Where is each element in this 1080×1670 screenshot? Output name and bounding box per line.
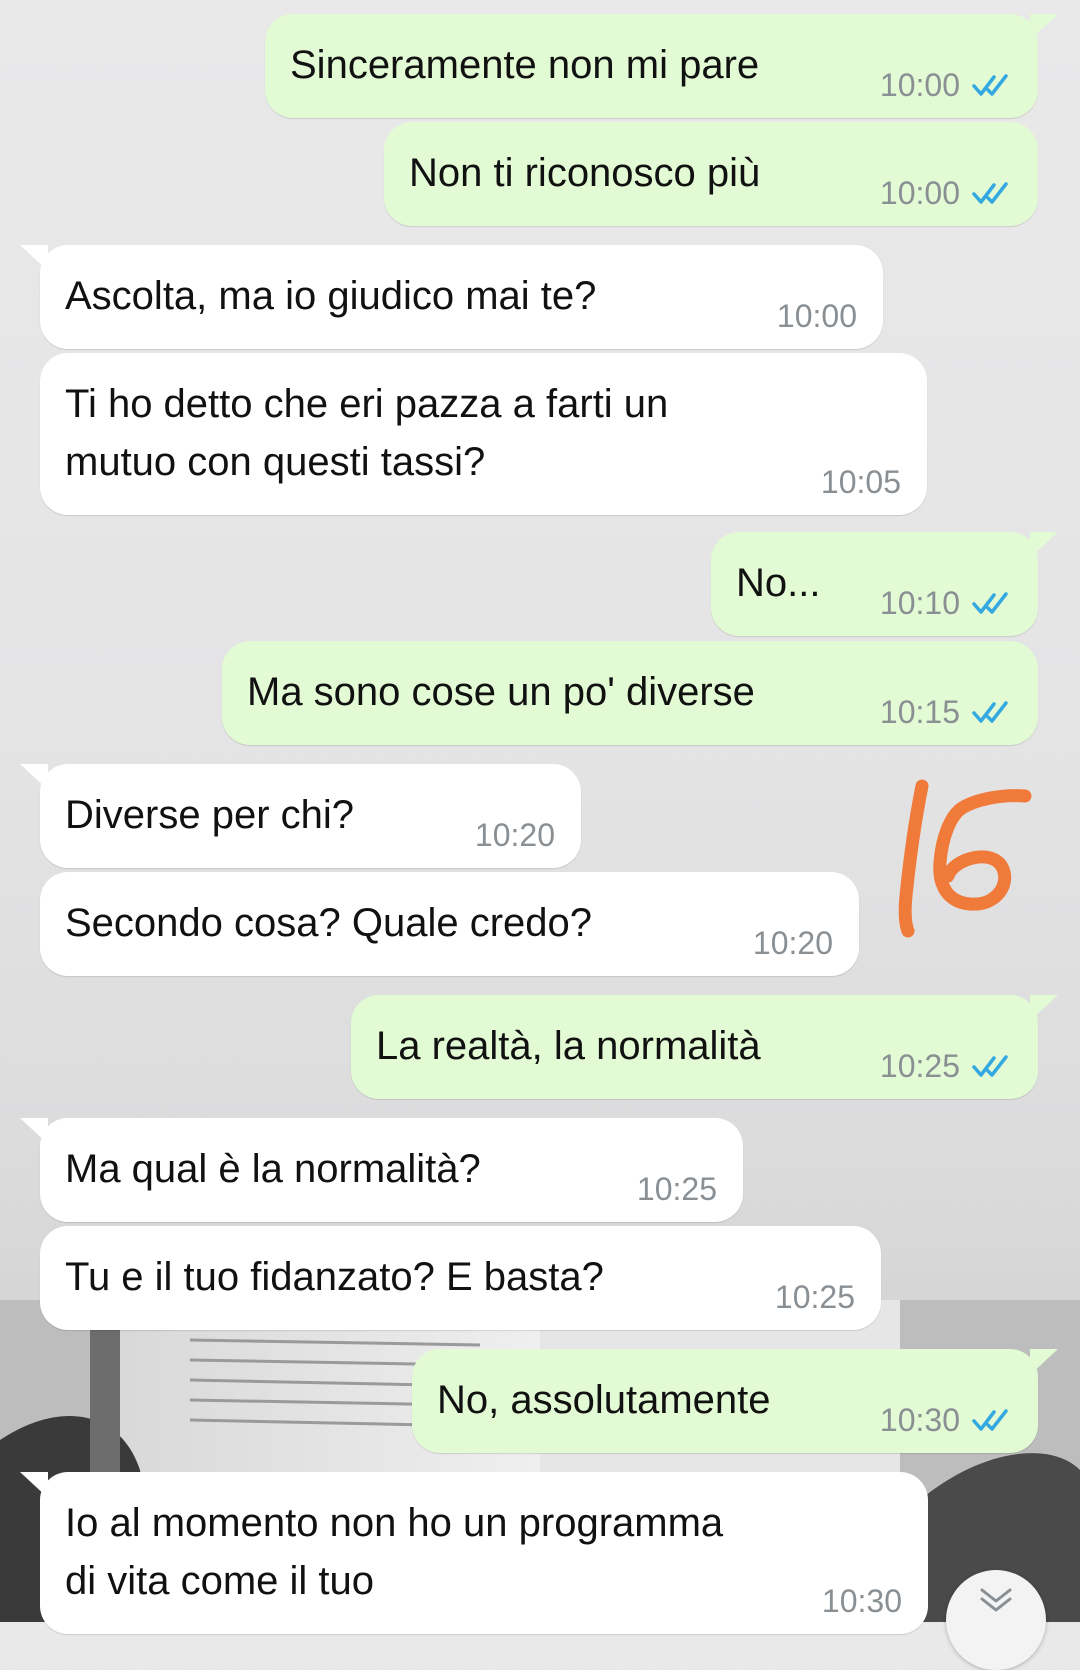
message-meta: 10:00 (777, 298, 857, 335)
message-time: 10:20 (474, 817, 555, 853)
message-incoming[interactable]: Tu e il tuo fidanzato? E basta? 10:25 (40, 1226, 881, 1330)
message-text: Secondo cosa? Quale credo? (65, 901, 593, 945)
message-meta: 10:25 (880, 1048, 1012, 1085)
message-outgoing[interactable]: Non ti riconosco più 10:00 (384, 122, 1038, 226)
message-meta: 10:10 (880, 585, 1012, 622)
message-text: No, assolutamente (437, 1378, 771, 1422)
message-meta: 10:30 (822, 1583, 902, 1620)
message-text: Io al momento non ho un programma di vit… (65, 1501, 724, 1603)
message-text: No... (736, 561, 821, 605)
chevron-down-icon (980, 1588, 1012, 1612)
message-outgoing[interactable]: No, assolutamente 10:30 (412, 1349, 1058, 1453)
message-incoming[interactable]: Diverse per chi? 10:20 (20, 764, 581, 868)
handwritten-annotation (898, 779, 1032, 938)
message-incoming[interactable]: Ascolta, ma io giudico mai te? 10:00 (20, 245, 883, 349)
message-time: 10:30 (821, 1583, 902, 1619)
message-time: 10:15 (879, 694, 960, 730)
message-outgoing[interactable]: Ma sono cose un po' diverse 10:15 (222, 641, 1038, 745)
double-check-icon (972, 73, 1008, 96)
message-meta: 10:25 (637, 1171, 717, 1208)
double-check-icon (972, 1408, 1008, 1431)
message-time: 10:10 (879, 585, 960, 621)
message-time: 10:00 (776, 298, 857, 334)
message-time: 10:25 (636, 1171, 717, 1207)
message-time: 10:30 (879, 1402, 960, 1438)
message-text: Ma qual è la normalità? (65, 1147, 481, 1191)
message-text: Ma sono cose un po' diverse (247, 670, 755, 714)
message-meta: 10:20 (475, 817, 555, 854)
message-meta: 10:30 (880, 1402, 1012, 1439)
message-time: 10:20 (752, 925, 833, 961)
message-outgoing[interactable]: La realtà, la normalità 10:25 (351, 995, 1058, 1099)
message-incoming[interactable]: Ma qual è la normalità? 10:25 (20, 1118, 743, 1222)
message-meta: 10:25 (775, 1279, 855, 1316)
message-text: Tu e il tuo fidanzato? E basta? (65, 1255, 604, 1299)
scroll-to-bottom-button[interactable] (946, 1570, 1046, 1670)
message-text: Sinceramente non mi pare (290, 43, 760, 87)
message-time: 10:00 (879, 67, 960, 103)
message-meta: 10:05 (821, 464, 901, 501)
message-time: 10:25 (879, 1048, 960, 1084)
message-time: 10:05 (820, 464, 901, 500)
message-meta: 10:15 (880, 694, 1012, 731)
message-meta: 10:00 (880, 67, 1012, 104)
message-time: 10:00 (879, 175, 960, 211)
double-check-icon (972, 700, 1008, 723)
message-incoming[interactable]: Io al momento non ho un programma di vit… (20, 1472, 928, 1634)
message-incoming[interactable]: Ti ho detto che eri pazza a farti un mut… (40, 353, 927, 515)
message-outgoing[interactable]: No... 10:10 (711, 532, 1058, 636)
double-check-icon (972, 181, 1008, 204)
message-text: La realtà, la normalità (376, 1024, 761, 1068)
message-time: 10:25 (774, 1279, 855, 1315)
message-meta: 10:20 (753, 925, 833, 962)
double-check-icon (972, 591, 1008, 614)
message-text: Ti ho detto che eri pazza a farti un mut… (65, 382, 669, 484)
message-meta: 10:00 (880, 175, 1012, 212)
double-check-icon (972, 1054, 1008, 1077)
message-text: Non ti riconosco più (409, 151, 761, 195)
message-text: Ascolta, ma io giudico mai te? (65, 274, 597, 318)
message-text: Diverse per chi? (65, 793, 355, 837)
message-incoming[interactable]: Secondo cosa? Quale credo? 10:20 (40, 872, 859, 976)
message-outgoing[interactable]: Sinceramente non mi pare 10:00 (265, 14, 1058, 118)
